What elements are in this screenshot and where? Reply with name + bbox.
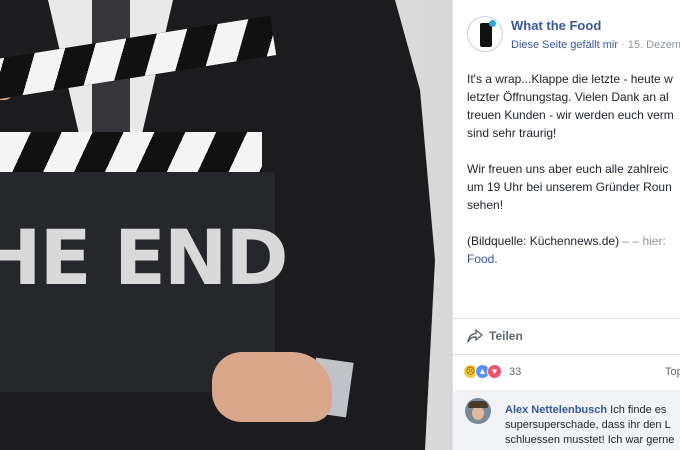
share-label: Teilen [489, 329, 523, 343]
post-paragraph-3: (Bildquelle: Küchennews.de) – – hier: Foo… [467, 232, 680, 268]
source-dash: – – hier: [619, 234, 666, 248]
page-avatar[interactable] [467, 16, 503, 52]
reaction-count: 33 [509, 365, 522, 378]
source-link[interactable]: Food. [467, 252, 498, 266]
commenter-hat [468, 401, 488, 408]
post-paragraph-2: Wir freuen uns aber euch alle zahlreic u… [467, 162, 672, 212]
post-photo[interactable]: HE END [0, 0, 452, 450]
clapperboard-text: HE END [0, 213, 289, 302]
reactions-summary[interactable]: ☹ ▲ ♥ 33 [463, 364, 521, 379]
top-comments-filter[interactable]: Top [665, 366, 680, 378]
love-reaction-icon: ♥ [487, 364, 502, 379]
post-body: It's a wrap...Klappe die letzte - heute … [467, 70, 680, 286]
divider-bottom [453, 354, 680, 355]
commenter-face [472, 406, 484, 420]
page-logo-dot [489, 20, 496, 27]
post-paragraph-1: It's a wrap...Klappe die letzte - heute … [467, 72, 674, 140]
photo-hand-right [212, 352, 332, 422]
like-page-link[interactable]: Diese Seite gefällt mir [511, 39, 618, 51]
clapperboard-top-bar [0, 132, 262, 174]
clapperboard-top-stripes [0, 132, 262, 174]
facebook-post: What the Food Diese Seite gefällt mir · … [452, 0, 680, 450]
divider-top [453, 318, 680, 319]
page-name-link[interactable]: What the Food [511, 18, 601, 33]
meta-separator: · [618, 39, 628, 51]
comment-text: Alex Nettelenbusch Ich finde es supersup… [505, 403, 680, 448]
post-date[interactable]: 15. Dezem [628, 39, 680, 51]
share-icon [467, 329, 483, 343]
comment-author-link[interactable]: Alex Nettelenbusch [505, 404, 607, 416]
post-meta: Diese Seite gefällt mir · 15. Dezem [511, 39, 680, 51]
source-text: (Bildquelle: Küchennews.de) [467, 234, 620, 248]
share-button[interactable]: Teilen [467, 329, 523, 343]
commenter-avatar[interactable] [465, 398, 491, 424]
